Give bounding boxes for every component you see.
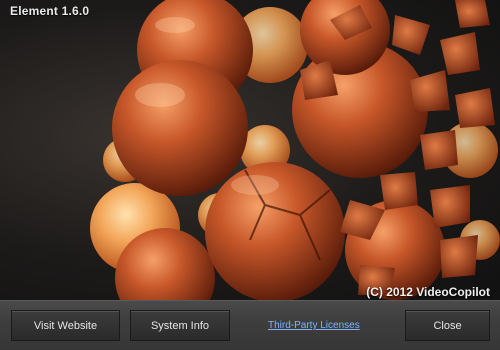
system-info-button[interactable]: System Info [130,310,230,341]
close-button[interactable]: Close [405,310,490,341]
splash-image: Element 1.6.0 (C) 2012 VideoCopilot [0,0,500,300]
visit-website-button[interactable]: Visit Website [11,310,120,341]
footer-bar: Visit Website System Info Third-Party Li… [0,300,500,350]
third-party-licenses-link[interactable]: Third-Party Licenses [268,320,360,331]
window-title: Element 1.6.0 [10,4,90,18]
orange-spheres-artwork [90,0,500,300]
copyright-text: (C) 2012 VideoCopilot [366,285,490,299]
